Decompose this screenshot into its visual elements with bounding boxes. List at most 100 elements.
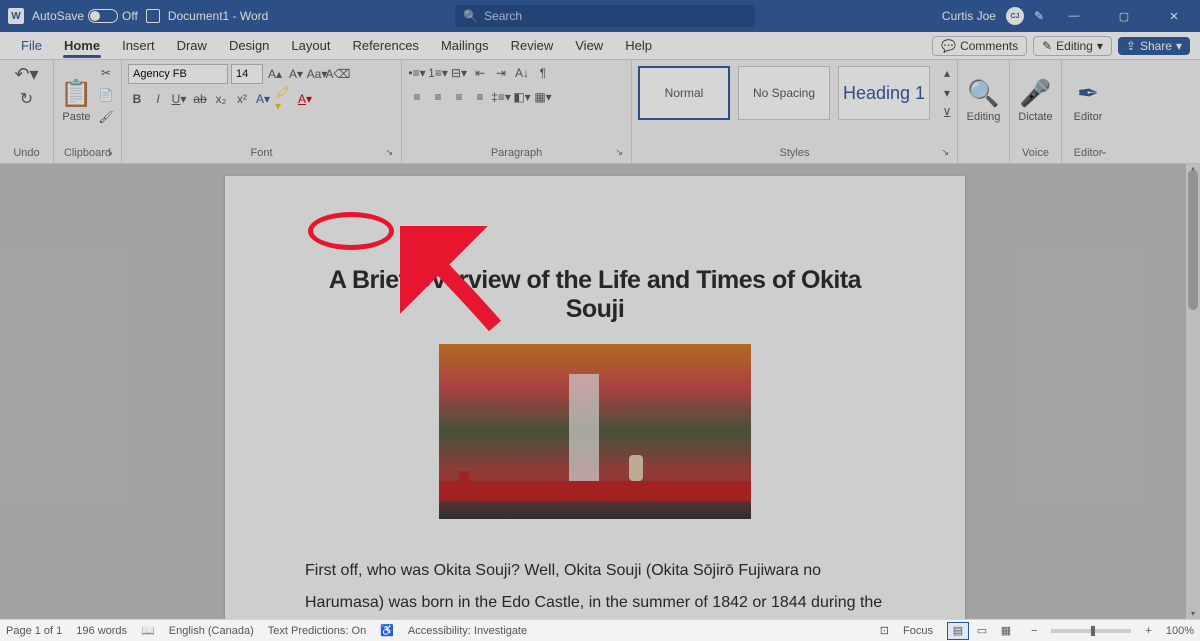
show-marks-icon[interactable]: ¶ [534, 64, 552, 82]
group-voice-label: Voice [1016, 145, 1055, 161]
tab-layout[interactable]: Layout [280, 32, 341, 60]
tab-review[interactable]: Review [500, 32, 565, 60]
tab-view[interactable]: View [564, 32, 614, 60]
font-size-select[interactable] [231, 64, 263, 84]
borders-icon[interactable]: ▦▾ [534, 88, 552, 106]
status-words[interactable]: 196 words [76, 625, 127, 637]
status-language[interactable]: English (Canada) [169, 625, 254, 637]
minimize-button[interactable]: — [1054, 0, 1094, 32]
editing-mode-button[interactable]: ✎ Editing ▾ [1033, 36, 1112, 56]
proofing-icon[interactable]: 📖 [141, 624, 155, 637]
tab-mailings[interactable]: Mailings [430, 32, 500, 60]
style-normal[interactable]: Normal [638, 66, 730, 120]
undo-icon[interactable]: ↶▾ [14, 64, 38, 85]
styles-up-icon[interactable]: ▴ [938, 64, 956, 82]
style-heading1[interactable]: Heading 1 [838, 66, 930, 120]
shading-icon[interactable]: ◧▾ [513, 88, 531, 106]
zoom-in-icon[interactable]: + [1145, 625, 1151, 637]
tab-home[interactable]: Home [53, 32, 111, 60]
clipboard-icon: 📋 [60, 78, 92, 109]
font-name-select[interactable] [128, 64, 228, 84]
group-undo-label: Undo [6, 145, 47, 161]
page[interactable]: A Brief Overview of the Life and Times o… [225, 176, 965, 619]
sort-icon[interactable]: A↓ [513, 64, 531, 82]
align-center-icon[interactable]: ≡ [429, 88, 447, 106]
shrink-font-icon[interactable]: A▾ [287, 65, 305, 83]
autosave-toggle[interactable]: AutoSave Off [32, 9, 138, 23]
copy-icon[interactable]: 📄 [97, 86, 115, 104]
text-effects-icon[interactable]: A▾ [254, 90, 272, 108]
highlight-icon[interactable]: 🖍▾ [275, 90, 293, 108]
justify-icon[interactable]: ≡ [471, 88, 489, 106]
user-name[interactable]: Curtis Joe [942, 9, 996, 23]
bold-icon[interactable]: B [128, 90, 146, 108]
status-zoom[interactable]: 100% [1166, 625, 1194, 637]
underline-icon[interactable]: U▾ [170, 90, 188, 108]
editor-button[interactable]: ✒ Editor [1068, 64, 1108, 136]
style-nospacing[interactable]: No Spacing [738, 66, 830, 120]
styles-down-icon[interactable]: ▾ [938, 84, 956, 102]
group-paragraph-label: Paragraph↘ [408, 145, 625, 161]
grow-font-icon[interactable]: A▴ [266, 65, 284, 83]
word-app-icon: W [8, 8, 24, 24]
superscript-icon[interactable]: x² [233, 90, 251, 108]
maximize-button[interactable]: ▢ [1104, 0, 1144, 32]
close-button[interactable]: ✕ [1154, 0, 1194, 32]
tab-references[interactable]: References [341, 32, 429, 60]
collapse-ribbon-icon[interactable]: ⌄ [1100, 146, 1108, 157]
increase-indent-icon[interactable]: ⇥ [492, 64, 510, 82]
dictate-button[interactable]: 🎤 Dictate [1016, 64, 1055, 136]
decrease-indent-icon[interactable]: ⇤ [471, 64, 489, 82]
document-body-text[interactable]: First off, who was Okita Souji? Well, Ok… [305, 555, 885, 619]
accessibility-icon: ♿ [380, 624, 394, 637]
line-spacing-icon[interactable]: ‡≡▾ [492, 88, 510, 106]
status-focus[interactable]: Focus [903, 625, 933, 637]
tab-draw[interactable]: Draw [166, 32, 218, 60]
format-painter-icon[interactable]: 🖌 [97, 108, 115, 126]
numbering-icon[interactable]: 1≡▾ [429, 64, 447, 82]
focus-icon[interactable]: ⊡ [880, 624, 889, 637]
font-color-icon[interactable]: A▾ [296, 90, 314, 108]
scroll-down-icon[interactable]: ▾ [1188, 609, 1198, 619]
align-right-icon[interactable]: ≡ [450, 88, 468, 106]
web-layout-view-icon[interactable]: ▦ [995, 622, 1017, 640]
align-left-icon[interactable]: ≡ [408, 88, 426, 106]
zoom-out-icon[interactable]: − [1031, 625, 1037, 637]
toggle-icon[interactable] [88, 9, 118, 23]
read-mode-view-icon[interactable]: ▭ [971, 622, 993, 640]
bullets-icon[interactable]: •≡▾ [408, 64, 426, 82]
clear-format-icon[interactable]: A⌫ [329, 65, 347, 83]
vertical-scrollbar[interactable]: ▴ ▾ [1186, 164, 1200, 619]
save-icon[interactable] [146, 9, 160, 23]
pen-icon[interactable]: ✎ [1034, 9, 1044, 23]
editing-button[interactable]: 🔍 Editing [964, 64, 1003, 136]
share-button[interactable]: ⇪ Share ▾ [1118, 37, 1190, 55]
status-predictions[interactable]: Text Predictions: On [268, 625, 366, 637]
document-canvas[interactable]: A Brief Overview of the Life and Times o… [0, 164, 1200, 619]
tab-file[interactable]: File [10, 32, 53, 60]
subscript-icon[interactable]: x₂ [212, 90, 230, 108]
change-case-icon[interactable]: Aa▾ [308, 65, 326, 83]
ribbon-tabs: File Home Insert Draw Design Layout Refe… [0, 32, 1200, 60]
cut-icon[interactable]: ✂ [97, 64, 115, 82]
multilevel-icon[interactable]: ⊟▾ [450, 64, 468, 82]
zoom-slider[interactable] [1051, 629, 1131, 633]
user-avatar-icon[interactable]: CJ [1006, 7, 1024, 25]
italic-icon[interactable]: I [149, 90, 167, 108]
tab-insert[interactable]: Insert [111, 32, 166, 60]
search-input[interactable]: 🔍 Search [455, 5, 755, 27]
comments-button[interactable]: 💬 Comments [932, 36, 1027, 56]
search-placeholder: Search [484, 9, 522, 23]
tab-design[interactable]: Design [218, 32, 280, 60]
tab-help[interactable]: Help [614, 32, 663, 60]
status-accessibility[interactable]: Accessibility: Investigate [408, 625, 527, 637]
styles-more-icon[interactable]: ⊻ [938, 104, 956, 122]
paste-button[interactable]: 📋 Paste [60, 64, 93, 136]
status-page[interactable]: Page 1 of 1 [6, 625, 62, 637]
redo-icon[interactable]: ↻ [20, 89, 33, 109]
document-image[interactable] [439, 344, 751, 519]
print-layout-view-icon[interactable]: ▤ [947, 622, 969, 640]
document-heading[interactable]: A Brief Overview of the Life and Times o… [305, 266, 885, 324]
scroll-thumb[interactable] [1188, 170, 1198, 310]
strike-icon[interactable]: ab [191, 90, 209, 108]
